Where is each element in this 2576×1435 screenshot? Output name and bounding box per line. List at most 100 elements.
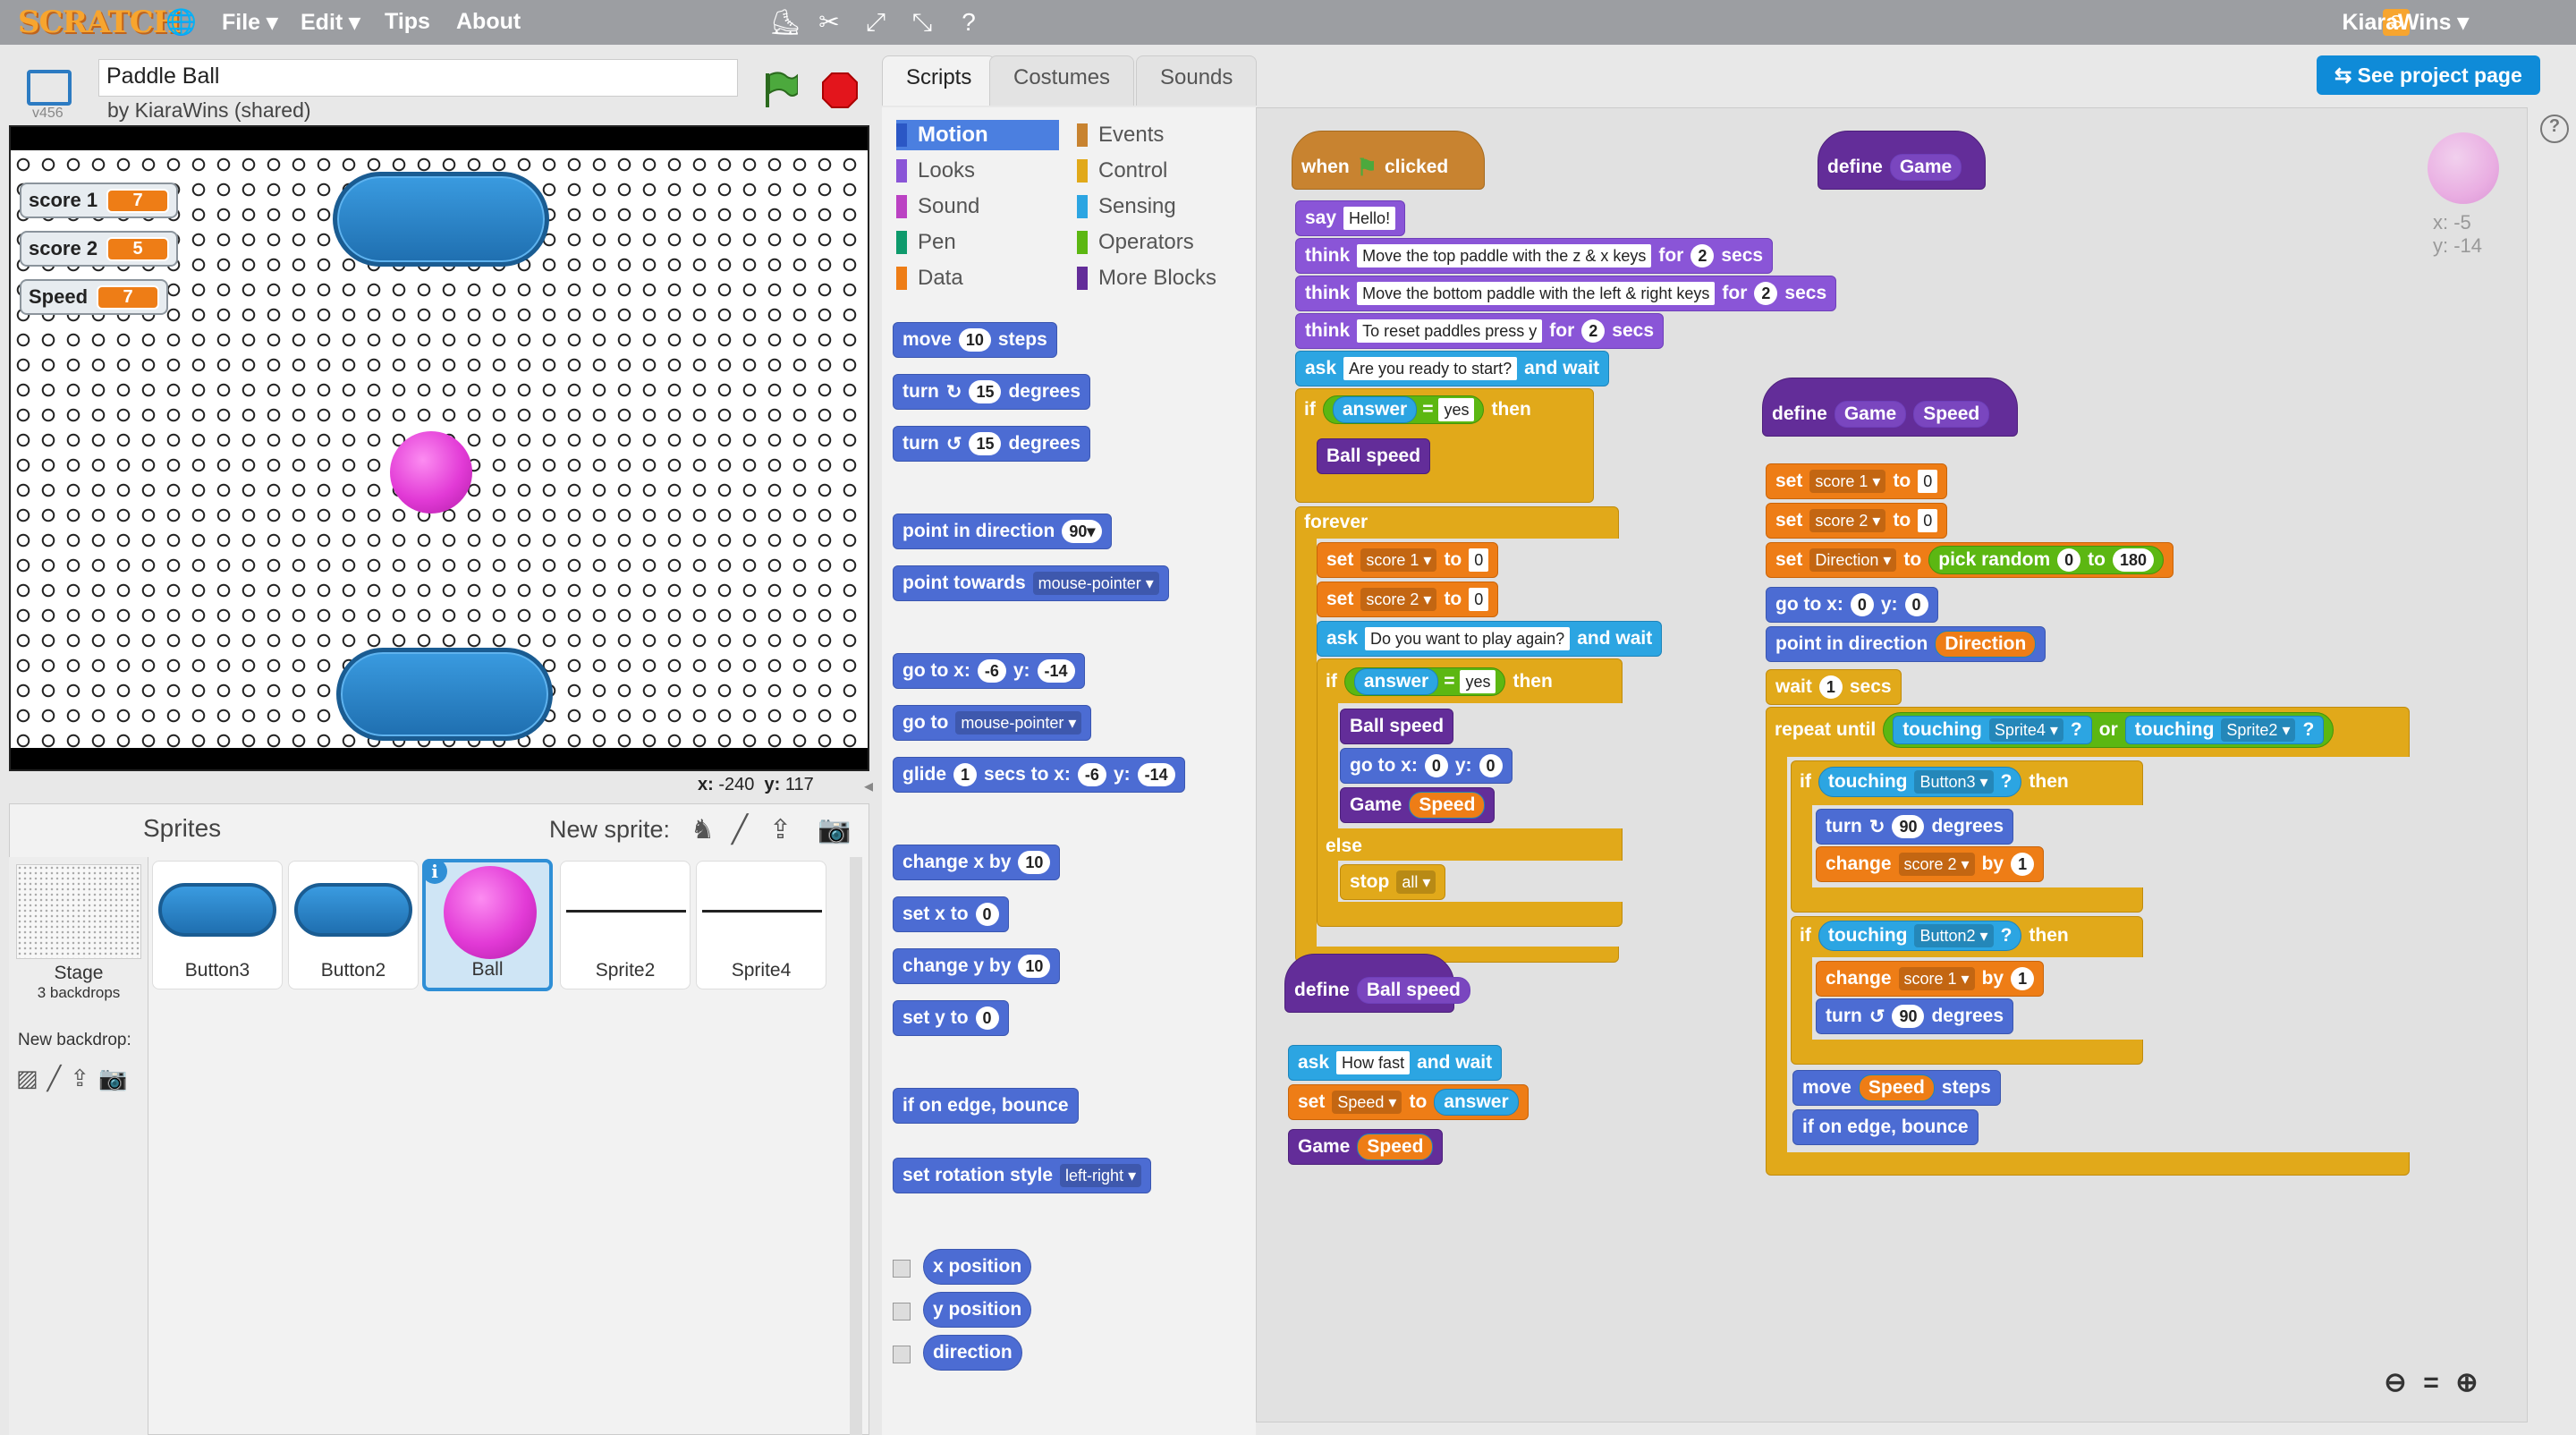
sprite-tile-button3[interactable]: Button3 xyxy=(152,861,283,989)
block-wait[interactable]: wait 1 secs xyxy=(1766,669,1902,705)
block-stop-all[interactable]: stop all ▾ xyxy=(1340,864,1446,900)
block-set-speed[interactable]: set Speed ▾ to answer xyxy=(1288,1084,1529,1120)
category-data[interactable]: Data xyxy=(896,263,963,293)
user-menu[interactable]: KiaraWins ▾ xyxy=(2342,9,2469,36)
block-set-x[interactable]: set x to 0 xyxy=(893,896,1009,932)
block-set-direction[interactable]: set Direction ▾ to pick random 0 to 180 xyxy=(1766,542,2174,578)
stop-sign-icon[interactable] xyxy=(821,72,859,109)
stage-thumbnail[interactable]: Stage 3 backdrops xyxy=(13,861,145,1011)
block-set-score2-b[interactable]: set score 2 ▾ to 0 xyxy=(1766,503,1948,539)
category-more-blocks[interactable]: More Blocks xyxy=(1077,263,1216,293)
block-go-to-xy-script[interactable]: go to x: 0 y: 0 xyxy=(1340,748,1513,784)
stage-collapse-icon[interactable]: ◂ xyxy=(864,775,882,802)
sprite-tile-ball[interactable]: Ball i xyxy=(422,859,553,991)
block-turn-cw-90[interactable]: turn ↻ 90 degrees xyxy=(1816,809,2014,845)
block-set-score1[interactable]: set score 1 ▾ to 0 xyxy=(1317,542,1499,578)
help-icon[interactable]: ? xyxy=(2540,115,2569,143)
block-change-x[interactable]: change x by 10 xyxy=(893,845,1061,880)
block-set-rotation-style[interactable]: set rotation style left-right ▾ xyxy=(893,1158,1152,1193)
paddle-bottom[interactable] xyxy=(336,648,553,741)
zoom-reset-icon[interactable]: = xyxy=(2413,1368,2449,1404)
block-point-in-direction-b[interactable]: point in direction Direction xyxy=(1766,626,2046,662)
category-looks[interactable]: Looks xyxy=(896,156,975,186)
block-change-score1[interactable]: change score 1 ▾ by 1 xyxy=(1816,961,2045,997)
about-menu[interactable]: About xyxy=(456,9,521,35)
green-flag-icon[interactable] xyxy=(762,70,799,109)
block-set-score2[interactable]: set score 2 ▾ to 0 xyxy=(1317,582,1499,617)
block-if-on-edge-bounce[interactable]: if on edge, bounce xyxy=(893,1088,1079,1124)
category-control[interactable]: Control xyxy=(1077,156,1167,186)
sprite-tile-button2[interactable]: Button2 xyxy=(288,861,419,989)
delete-scissors-icon[interactable]: ✂ xyxy=(814,7,844,38)
tab-costumes[interactable]: Costumes xyxy=(989,55,1135,106)
monitor-score-2[interactable]: score 2 5 xyxy=(20,231,179,267)
reporter-direction[interactable]: direction xyxy=(923,1335,1022,1371)
help-icon[interactable]: ? xyxy=(953,7,984,38)
block-ask-ready[interactable]: ask Are you ready to start? and wait xyxy=(1295,351,1610,386)
category-sensing[interactable]: Sensing xyxy=(1077,191,1176,222)
paint-sprite-icon[interactable]: ╱ xyxy=(732,814,748,845)
camera-sprite-icon[interactable]: 📷 xyxy=(818,814,851,845)
block-go-to-xy-b[interactable]: go to x: 0 y: 0 xyxy=(1766,587,1938,623)
block-point-in-direction[interactable]: point in direction 90▾ xyxy=(893,514,1113,549)
see-project-page-button[interactable]: ⇆ See project page xyxy=(2317,55,2540,95)
sprite-tile-sprite2[interactable]: Sprite2 xyxy=(560,861,691,989)
block-call-ball-speed[interactable]: Ball speed xyxy=(1317,438,1431,474)
monitor-speed[interactable]: Speed 7 xyxy=(20,279,169,315)
reporter-y-position[interactable]: y position xyxy=(923,1292,1032,1328)
category-operators[interactable]: Operators xyxy=(1077,227,1194,258)
tab-sounds[interactable]: Sounds xyxy=(1136,55,1258,106)
block-change-y[interactable]: change y by 10 xyxy=(893,948,1061,984)
duplicate-stamp-icon[interactable]: ⛸ xyxy=(769,7,801,38)
monitor-score-1[interactable]: score 1 7 xyxy=(20,183,179,218)
block-turn-right[interactable]: turn ↻ 15 degrees xyxy=(893,374,1091,410)
category-events[interactable]: Events xyxy=(1077,120,1164,150)
block-turn-ccw-90[interactable]: turn ↺ 90 degrees xyxy=(1816,998,2014,1034)
checkbox-y-position[interactable] xyxy=(893,1303,911,1320)
block-think-3[interactable]: think To reset paddles press y for 2 secs xyxy=(1295,313,1665,349)
hat-define-ball-speed[interactable]: define Ball speed xyxy=(1284,954,1470,1013)
sprite-tile-sprite4[interactable]: Sprite4 xyxy=(696,861,826,989)
checkbox-direction[interactable] xyxy=(893,1346,911,1363)
hat-define-game-speed[interactable]: define Game Speed xyxy=(1762,378,2018,437)
reporter-x-position[interactable]: x position xyxy=(923,1249,1032,1285)
zoom-out-icon[interactable]: ⊖ xyxy=(2377,1367,2413,1403)
upload-sprite-icon[interactable]: ⇪ xyxy=(769,814,792,845)
tips-menu[interactable]: Tips xyxy=(385,9,430,35)
info-icon[interactable]: i xyxy=(422,859,447,884)
block-go-to-xy[interactable]: go to x: -6 y: -14 xyxy=(893,653,1085,689)
zoom-in-icon[interactable]: ⊕ xyxy=(2449,1367,2485,1403)
globe-icon[interactable]: 🌐 xyxy=(165,7,197,38)
category-motion[interactable]: Motion xyxy=(896,120,1059,150)
block-ask-play-again[interactable]: ask Do you want to play again? and wait xyxy=(1317,621,1663,657)
block-think-2[interactable]: think Move the bottom paddle with the lef… xyxy=(1295,276,1837,311)
fullscreen-icon[interactable] xyxy=(27,70,72,106)
block-call-ball-speed-2[interactable]: Ball speed xyxy=(1340,709,1454,744)
hat-when-flag-clicked[interactable]: when ⚑ clicked xyxy=(1292,131,1485,190)
block-say[interactable]: say Hello! xyxy=(1295,200,1406,236)
scratch-logo[interactable]: SCRATCH xyxy=(13,4,186,40)
block-change-score2[interactable]: change score 2 ▾ by 1 xyxy=(1816,846,2045,882)
block-call-game-speed[interactable]: Game Speed xyxy=(1340,787,1496,823)
block-ask-how-fast[interactable]: ask How fast and wait xyxy=(1288,1045,1503,1081)
category-pen[interactable]: Pen xyxy=(896,227,956,258)
sprites-scrollbar[interactable] xyxy=(850,857,862,1435)
block-go-to[interactable]: go to mouse-pointer ▾ xyxy=(893,705,1092,741)
project-title-input[interactable]: Paddle Ball xyxy=(98,59,738,97)
block-glide[interactable]: glide 1 secs to x: -6 y: -14 xyxy=(893,757,1185,793)
block-point-towards[interactable]: point towards mouse-pointer ▾ xyxy=(893,565,1169,601)
new-backdrop-icons[interactable]: ▨╱⇪📷 xyxy=(16,1065,136,1092)
ball-sprite[interactable] xyxy=(390,431,472,514)
tab-scripts[interactable]: Scripts xyxy=(882,55,996,106)
block-move-speed[interactable]: move Speed steps xyxy=(1792,1070,2001,1106)
edit-menu[interactable]: Edit ▾ xyxy=(301,9,360,36)
block-set-score1-b[interactable]: set score 1 ▾ to 0 xyxy=(1766,463,1948,499)
category-sound[interactable]: Sound xyxy=(896,191,979,222)
hat-define-game[interactable]: define Game xyxy=(1818,131,1986,190)
grow-icon[interactable]: ⤢ xyxy=(860,7,891,38)
shrink-icon[interactable]: ⤡ xyxy=(907,7,937,38)
block-call-game-speed-2[interactable]: Game Speed xyxy=(1288,1129,1444,1165)
block-set-y[interactable]: set y to 0 xyxy=(893,1000,1009,1036)
block-turn-left[interactable]: turn ↺ 15 degrees xyxy=(893,426,1091,462)
file-menu[interactable]: File ▾ xyxy=(222,9,278,36)
